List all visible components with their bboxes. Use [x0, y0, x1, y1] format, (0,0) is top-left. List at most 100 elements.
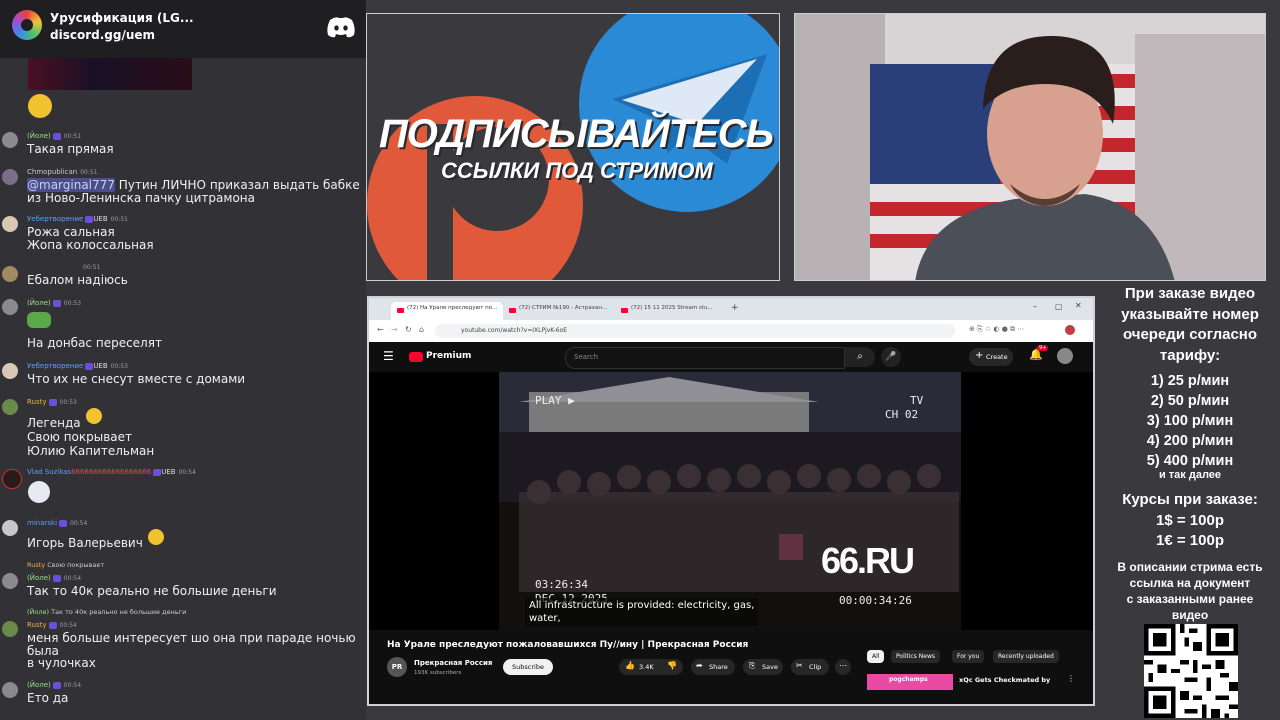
like-button[interactable]: 👍 3.4K 👎: [619, 659, 683, 675]
mention[interactable]: @marginal777: [27, 178, 115, 192]
badge-icon: [52, 681, 61, 689]
clip-button[interactable]: ✂ Clip: [791, 659, 829, 675]
username[interactable]: (Йоле): [27, 681, 51, 689]
vhs-tv-label: TV: [910, 394, 924, 407]
chat-header: Урусификация (LG... discord.gg/uem: [0, 0, 366, 58]
username[interactable]: Уебертворение: [27, 362, 83, 370]
username[interactable]: minarski: [27, 519, 57, 527]
badge-icon: [52, 574, 61, 582]
channel-avatar[interactable]: PR: [387, 657, 407, 677]
recommended-menu-icon[interactable]: ⋮: [1067, 674, 1075, 683]
chip-politics-news[interactable]: Politics News: [891, 650, 940, 663]
new-tab-button[interactable]: +: [731, 303, 739, 313]
save-label: Save: [762, 663, 778, 671]
home-icon[interactable]: ⌂: [419, 325, 424, 334]
recommended-thumbnail[interactable]: pogchamps: [867, 674, 953, 690]
reply-username[interactable]: Rusty: [27, 561, 45, 569]
subtitle-line2: water,: [529, 613, 561, 624]
reply-username[interactable]: (Йоле): [27, 608, 49, 616]
channel-name[interactable]: Прекрасная Россия: [414, 659, 492, 667]
video-title: На Урале преследуют пожаловавшихся Пу//и…: [387, 640, 749, 650]
forward-icon[interactable]: →: [391, 325, 398, 334]
subtitle-line1: All infrastructure is provided: electric…: [529, 600, 755, 611]
pepe-emoji-icon: [27, 312, 51, 328]
promo-title: ПОДПИСЫВАЙТЕСЬ: [378, 112, 774, 156]
clip-label: Clip: [809, 663, 822, 671]
previous-image-attachment[interactable]: [28, 58, 192, 90]
timestamp: 00:51: [110, 216, 128, 223]
info-line: тарифу:: [1159, 346, 1221, 364]
search-input[interactable]: Search: [565, 347, 845, 369]
extensions-icon[interactable]: ⊕ ⎘ ☆ ◐ ● ⧉ ⋯: [969, 325, 1024, 334]
surprised-emoji-icon: [86, 408, 102, 424]
back-icon[interactable]: ←: [377, 325, 384, 334]
username[interactable]: Уебертворение: [27, 215, 83, 223]
browser-tab[interactable]: (72) 15 11 2025 Stream stu...: [617, 302, 725, 320]
url-text: youtube.com/watch?v=IXLPjvK-6oE: [461, 327, 568, 334]
chip-recently-uploaded[interactable]: Recently uploaded: [993, 650, 1059, 663]
avatar: [2, 621, 18, 637]
thumbnail-text: pogchamps: [889, 676, 928, 683]
url-field[interactable]: youtube.com/watch?v=IXLPjvK-6oE: [435, 324, 955, 338]
tab-strip: (72) На Урале преследуют по... (72) СТРИ…: [369, 298, 1093, 320]
username[interactable]: (Йоле): [27, 132, 51, 140]
message-text-line2: Жопа колоссальная: [27, 238, 154, 252]
username[interactable]: Rusty: [27, 398, 47, 406]
username[interactable]: Vlad Suzikas: [27, 468, 71, 476]
profile-avatar[interactable]: [1065, 325, 1075, 335]
timestamp: 00:54: [63, 575, 82, 582]
tariff-item: 5) 400 р/мин: [1146, 453, 1234, 469]
search-icon[interactable]: ⌕: [845, 347, 875, 367]
avatar: [2, 266, 18, 282]
chip-for-you[interactable]: For you: [952, 650, 985, 663]
username[interactable]: Rusty: [27, 621, 47, 629]
tariff-item: 3) 100 р/мин: [1146, 413, 1234, 429]
subscribe-button[interactable]: Subscribe: [503, 659, 553, 675]
surprised-emoji-icon: [148, 529, 164, 545]
create-button[interactable]: + Create: [969, 348, 1013, 366]
microphone-icon[interactable]: 🎤: [881, 347, 901, 367]
menu-icon[interactable]: ☰: [383, 349, 394, 363]
trollface-emoji-icon: [28, 481, 50, 503]
info-line: очереди согласно: [1122, 326, 1258, 343]
tag: UEB: [161, 468, 176, 476]
account-avatar[interactable]: [1057, 348, 1073, 364]
watermark-logo: 66.RU: [821, 540, 915, 581]
close-window-button[interactable]: ✕: [1075, 301, 1082, 310]
address-bar-row: ← → ↻ ⌂ youtube.com/watch?v=IXLPjvK-6oE …: [369, 320, 1093, 342]
minimize-button[interactable]: –: [1033, 302, 1037, 311]
more-actions-icon[interactable]: ⋯: [835, 659, 851, 675]
timestamp: 00:51: [63, 133, 82, 140]
browser-tab[interactable]: (72) СТРИМ №190 - Астрахан...: [505, 302, 613, 320]
qr-code-icon[interactable]: [1144, 624, 1238, 718]
reload-icon[interactable]: ↻: [405, 325, 412, 334]
recommended-title[interactable]: xQc Gets Checkmated by: [959, 676, 1050, 684]
message-text: Игорь Валерьевич: [27, 536, 143, 550]
create-label: Create: [986, 353, 1008, 361]
tariff-item: 4) 200 р/мин: [1146, 433, 1234, 449]
chip-all[interactable]: All: [867, 650, 885, 663]
thumbs-down-icon[interactable]: 👎: [667, 661, 677, 670]
username[interactable]: (Йоле): [27, 299, 51, 307]
username[interactable]: Chmopublican: [27, 168, 77, 176]
badge-icon: [48, 398, 57, 406]
share-button[interactable]: ➦ Share: [691, 659, 735, 675]
username[interactable]: (Йоле): [27, 574, 51, 582]
avatar: [2, 132, 18, 148]
badge-icon: [48, 621, 57, 629]
message-text: Путин ЛИЧНО приказал выдать бабке: [114, 178, 360, 192]
video-player[interactable]: PLAY ▶ TV CH 02 03:26:34 DEC 12 2025 00:…: [369, 372, 1093, 630]
youtube-favicon-icon: [621, 308, 628, 313]
avatar: [2, 399, 18, 415]
share-label: Share: [709, 663, 728, 671]
notification-badge: 9+: [1037, 345, 1049, 351]
browser-tab-active[interactable]: (72) На Урале преследуют по...: [391, 302, 503, 320]
maximize-button[interactable]: ▢: [1055, 302, 1063, 311]
youtube-logo-icon[interactable]: [409, 352, 423, 362]
desc-line: ссылка на документ: [1129, 576, 1251, 590]
youtube-brand: Premium: [426, 351, 472, 361]
avatar: [2, 573, 18, 589]
video-frame: [499, 372, 961, 630]
save-button[interactable]: ⎘ Save: [743, 659, 783, 675]
server-invite: discord.gg/uem: [50, 28, 156, 42]
